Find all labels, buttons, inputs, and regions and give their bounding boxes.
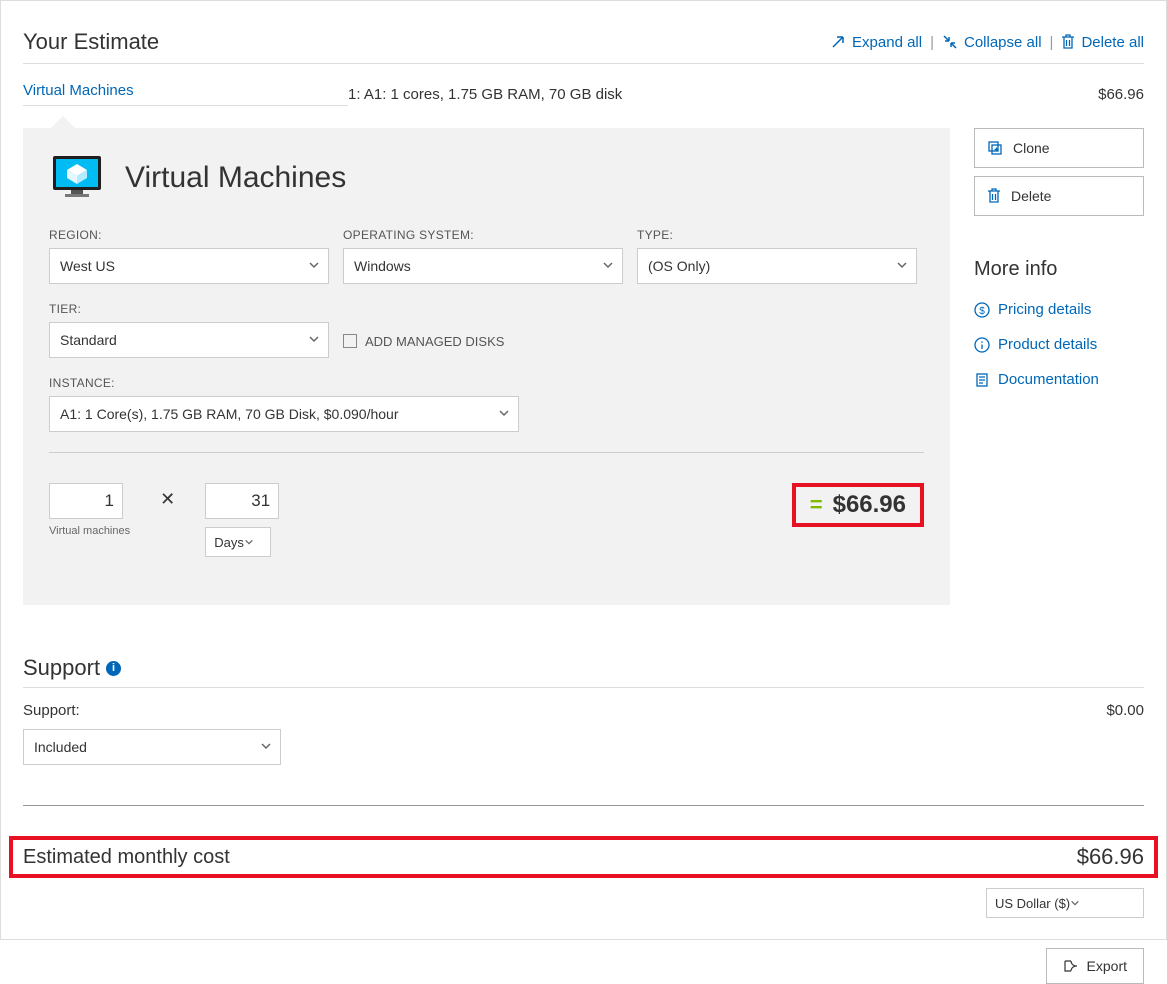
chevron-down-icon [244, 535, 254, 550]
export-button[interactable]: Export [1046, 948, 1144, 984]
delete-button[interactable]: Delete [974, 176, 1144, 216]
info-icon[interactable]: i [106, 661, 121, 676]
chevron-down-icon [308, 258, 320, 274]
separator: | [1050, 34, 1054, 51]
svg-text:$: $ [979, 306, 985, 317]
vm-icon [49, 154, 105, 202]
chevron-down-icon [896, 258, 908, 274]
page-title: Your Estimate [23, 29, 159, 55]
vm-count-label: Virtual machines [49, 525, 130, 538]
days-input[interactable]: 31 [205, 483, 279, 519]
managed-disks-checkbox[interactable]: ADD MANAGED DISKS [343, 324, 504, 358]
support-select[interactable]: Included [23, 729, 281, 765]
clone-button[interactable]: Clone [974, 128, 1144, 168]
result-box: = $66.96 [792, 483, 924, 527]
multiply-icon: ✕ [160, 489, 175, 510]
support-price: $0.00 [1106, 702, 1144, 719]
region-select[interactable]: West US [49, 248, 329, 284]
type-label: TYPE: [637, 228, 917, 242]
collapse-icon [942, 34, 958, 50]
currency-select[interactable]: US Dollar ($) [986, 888, 1144, 918]
clone-icon [987, 140, 1003, 156]
pricing-details-link[interactable]: $ Pricing details [974, 301, 1144, 318]
os-label: OPERATING SYSTEM: [343, 228, 623, 242]
chevron-down-icon [602, 258, 614, 274]
result-price: $66.96 [833, 491, 906, 519]
estimated-cost-price: $66.96 [1077, 844, 1144, 870]
instance-select[interactable]: A1: 1 Core(s), 1.75 GB RAM, 70 GB Disk, … [49, 396, 519, 432]
chevron-down-icon [1070, 896, 1080, 911]
dollar-icon: $ [974, 302, 990, 318]
collapse-all-link[interactable]: Collapse all [942, 34, 1042, 51]
vm-config-card: Virtual Machines REGION: West US OPERATI… [23, 128, 950, 605]
chevron-down-icon [308, 332, 320, 348]
export-icon [1063, 958, 1079, 974]
summary-price: $66.96 [1098, 86, 1144, 103]
type-select[interactable]: (OS Only) [637, 248, 917, 284]
info-icon [974, 337, 990, 353]
chevron-down-icon [498, 406, 510, 422]
trash-icon [1061, 34, 1075, 50]
card-title: Virtual Machines [125, 161, 346, 195]
chevron-down-icon [260, 739, 272, 755]
more-info-title: More info [974, 258, 1144, 281]
header-actions: Expand all | Collapse all | Delete all [830, 34, 1144, 51]
instance-label: INSTANCE: [49, 376, 519, 390]
days-group: 31 Days [205, 483, 279, 557]
tier-select[interactable]: Standard [49, 322, 329, 358]
support-label: Support: [23, 702, 80, 719]
expand-all-link[interactable]: Expand all [830, 34, 922, 51]
document-icon [974, 372, 990, 388]
os-select[interactable]: Windows [343, 248, 623, 284]
tier-label: TIER: [49, 302, 329, 316]
vm-count-group: 1 Virtual machines [49, 483, 130, 538]
support-section-title: Support i [23, 655, 1144, 688]
estimated-cost-label: Estimated monthly cost [23, 846, 230, 869]
region-label: REGION: [49, 228, 329, 242]
card-pointer [51, 116, 75, 128]
summary-description: 1: A1: 1 cores, 1.75 GB RAM, 70 GB disk [348, 86, 1098, 103]
equals-icon: = [810, 492, 823, 518]
trash-icon [987, 188, 1001, 204]
documentation-link[interactable]: Documentation [974, 371, 1144, 388]
delete-all-link[interactable]: Delete all [1061, 34, 1144, 51]
estimated-cost-row: Estimated monthly cost $66.96 [9, 836, 1158, 878]
product-details-link[interactable]: Product details [974, 336, 1144, 353]
vm-count-input[interactable]: 1 [49, 483, 123, 519]
expand-icon [830, 34, 846, 50]
separator: | [930, 34, 934, 51]
summary-service-link[interactable]: Virtual Machines [23, 82, 348, 106]
checkbox-icon [343, 334, 357, 348]
divider [23, 805, 1144, 806]
estimate-summary-row: Virtual Machines 1: A1: 1 cores, 1.75 GB… [23, 64, 1144, 116]
days-unit-select[interactable]: Days [205, 527, 271, 557]
